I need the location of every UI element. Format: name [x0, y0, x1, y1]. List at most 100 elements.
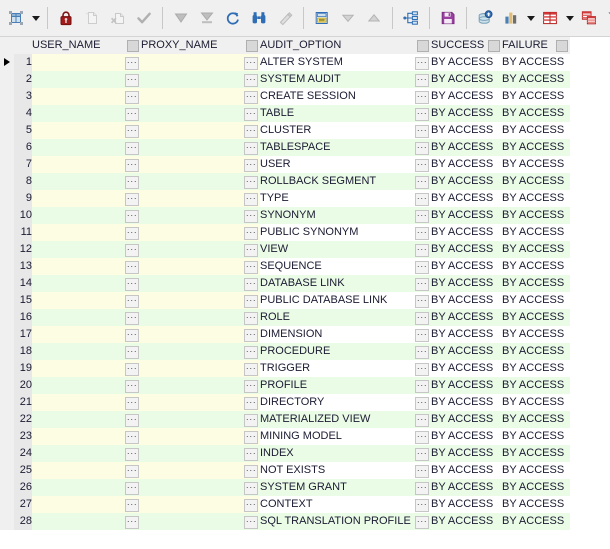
cell-user-name[interactable]: ···	[32, 139, 141, 156]
row-indicator-cell[interactable]	[0, 445, 14, 462]
cell-proxy-name[interactable]: ···	[141, 241, 260, 258]
row-indicator-cell[interactable]	[0, 360, 14, 377]
cell-audit-option[interactable]: MATERIALIZED VIEW ···	[260, 411, 431, 428]
cell-editor-ellipsis-button[interactable]: ···	[125, 108, 139, 121]
cell-success[interactable]: BY ACCESS	[431, 241, 502, 258]
table-row[interactable]: 22 ··· ··· MATERIALIZED VIEW ··· BY ACCESS BY …	[0, 411, 570, 428]
cell-user-name[interactable]: ···	[32, 428, 141, 445]
row-number-cell[interactable]: 18	[14, 343, 32, 360]
cell-failure[interactable]: BY ACCESS	[502, 428, 570, 445]
cell-audit-option[interactable]: DIMENSION ···	[260, 326, 431, 343]
cell-user-name[interactable]: ···	[32, 479, 141, 496]
cell-editor-ellipsis-button[interactable]: ···	[415, 159, 429, 172]
cell-audit-option[interactable]: SEQUENCE ···	[260, 258, 431, 275]
table-row[interactable]: 15 ··· ··· PUBLIC DATABASE LINK ··· BY ACCESS…	[0, 292, 570, 309]
column-header-user-name[interactable]: USER_NAME	[32, 37, 141, 54]
row-number-cell[interactable]: 15	[14, 292, 32, 309]
cell-audit-option[interactable]: USER ···	[260, 156, 431, 173]
cell-success[interactable]: BY ACCESS	[431, 462, 502, 479]
cell-editor-ellipsis-button[interactable]: ···	[415, 448, 429, 461]
cell-audit-option[interactable]: VIEW ···	[260, 241, 431, 258]
cell-editor-ellipsis-button[interactable]: ···	[415, 465, 429, 478]
row-indicator-cell[interactable]	[0, 496, 14, 513]
cell-proxy-name[interactable]: ···	[141, 343, 260, 360]
row-number-cell[interactable]: 4	[14, 105, 32, 122]
cell-editor-ellipsis-button[interactable]: ···	[415, 516, 429, 529]
cell-success[interactable]: BY ACCESS	[431, 224, 502, 241]
cell-editor-ellipsis-button[interactable]: ···	[415, 312, 429, 325]
cell-success[interactable]: BY ACCESS	[431, 122, 502, 139]
cell-success[interactable]: BY ACCESS	[431, 173, 502, 190]
cell-editor-ellipsis-button[interactable]: ···	[415, 295, 429, 308]
table-row[interactable]: 16 ··· ··· ROLE ··· BY ACCESS BY ACCESS	[0, 309, 570, 326]
cell-editor-ellipsis-button[interactable]: ···	[125, 312, 139, 325]
cell-editor-ellipsis-button[interactable]: ···	[244, 244, 258, 257]
cell-editor-ellipsis-button[interactable]: ···	[125, 380, 139, 393]
row-indicator-cell[interactable]	[0, 377, 14, 394]
table-row[interactable]: 18 ··· ··· PROCEDURE ··· BY ACCESS BY ACCESS	[0, 343, 570, 360]
cell-editor-ellipsis-button[interactable]: ···	[415, 142, 429, 155]
cell-user-name[interactable]: ···	[32, 292, 141, 309]
cell-editor-ellipsis-button[interactable]: ···	[125, 363, 139, 376]
cell-failure[interactable]: BY ACCESS	[502, 462, 570, 479]
cell-editor-ellipsis-button[interactable]: ···	[244, 346, 258, 359]
cell-editor-ellipsis-button[interactable]: ···	[244, 295, 258, 308]
row-number-cell[interactable]: 22	[14, 411, 32, 428]
cell-audit-option[interactable]: SYSTEM GRANT ···	[260, 479, 431, 496]
query-plan-icon[interactable]	[398, 5, 424, 31]
filter-icon[interactable]	[602, 5, 610, 31]
cell-failure[interactable]: BY ACCESS	[502, 71, 570, 88]
cell-proxy-name[interactable]: ···	[141, 207, 260, 224]
cell-editor-ellipsis-button[interactable]: ···	[415, 397, 429, 410]
cell-editor-ellipsis-button[interactable]: ···	[244, 193, 258, 206]
cell-failure[interactable]: BY ACCESS	[502, 411, 570, 428]
cell-success[interactable]: BY ACCESS	[431, 326, 502, 343]
cell-editor-ellipsis-button[interactable]: ···	[125, 465, 139, 478]
row-number-cell[interactable]: 12	[14, 241, 32, 258]
grid-body[interactable]: 1 ··· ··· ALTER SYSTEM ··· BY ACCESS BY ACCESS…	[0, 54, 570, 530]
row-number-cell[interactable]: 7	[14, 156, 32, 173]
group-data-icon[interactable]	[576, 5, 602, 31]
table-row[interactable]: 26 ··· ··· SYSTEM GRANT ··· BY ACCESS BY ACCES…	[0, 479, 570, 496]
cell-user-name[interactable]: ···	[32, 309, 141, 326]
cell-failure[interactable]: BY ACCESS	[502, 173, 570, 190]
cell-audit-option[interactable]: ROLLBACK SEGMENT ···	[260, 173, 431, 190]
table-row[interactable]: 6 ··· ··· TABLESPACE ··· BY ACCESS BY ACCESS	[0, 139, 570, 156]
cell-failure[interactable]: BY ACCESS	[502, 105, 570, 122]
edit-table-dropdown[interactable]	[29, 5, 42, 31]
cell-failure[interactable]: BY ACCESS	[502, 343, 570, 360]
cell-proxy-name[interactable]: ···	[141, 258, 260, 275]
cell-editor-ellipsis-button[interactable]: ···	[415, 499, 429, 512]
column-header-audit-option[interactable]: AUDIT_OPTION	[260, 37, 431, 54]
cell-proxy-name[interactable]: ···	[141, 292, 260, 309]
cell-proxy-name[interactable]: ···	[141, 173, 260, 190]
cell-success[interactable]: BY ACCESS	[431, 360, 502, 377]
table-row[interactable]: 5 ··· ··· CLUSTER ··· BY ACCESS BY ACCESS	[0, 122, 570, 139]
cell-editor-ellipsis-button[interactable]: ···	[415, 108, 429, 121]
cell-audit-option[interactable]: SYNONYM ···	[260, 207, 431, 224]
cell-proxy-name[interactable]: ···	[141, 224, 260, 241]
cell-success[interactable]: BY ACCESS	[431, 479, 502, 496]
cell-editor-ellipsis-button[interactable]: ···	[244, 363, 258, 376]
lock-icon[interactable]	[53, 5, 79, 31]
row-indicator-cell[interactable]	[0, 241, 14, 258]
cell-editor-ellipsis-button[interactable]: ···	[244, 431, 258, 444]
cell-editor-ellipsis-button[interactable]: ···	[244, 516, 258, 529]
cell-success[interactable]: BY ACCESS	[431, 428, 502, 445]
row-number-cell[interactable]: 27	[14, 496, 32, 513]
cell-editor-ellipsis-button[interactable]: ···	[415, 227, 429, 240]
cell-proxy-name[interactable]: ···	[141, 496, 260, 513]
row-indicator-cell[interactable]	[0, 156, 14, 173]
cell-user-name[interactable]: ···	[32, 445, 141, 462]
cell-success[interactable]: BY ACCESS	[431, 343, 502, 360]
column-header-failure[interactable]: FAILURE	[502, 37, 570, 54]
chart-dropdown[interactable]	[524, 5, 537, 31]
row-indicator-cell[interactable]	[0, 479, 14, 496]
cell-editor-ellipsis-button[interactable]: ···	[415, 57, 429, 70]
row-number-cell[interactable]: 26	[14, 479, 32, 496]
column-resize-grip[interactable]	[127, 40, 139, 52]
cell-editor-ellipsis-button[interactable]: ···	[125, 125, 139, 138]
row-number-cell[interactable]: 13	[14, 258, 32, 275]
row-number-cell[interactable]: 19	[14, 360, 32, 377]
cell-user-name[interactable]: ···	[32, 394, 141, 411]
